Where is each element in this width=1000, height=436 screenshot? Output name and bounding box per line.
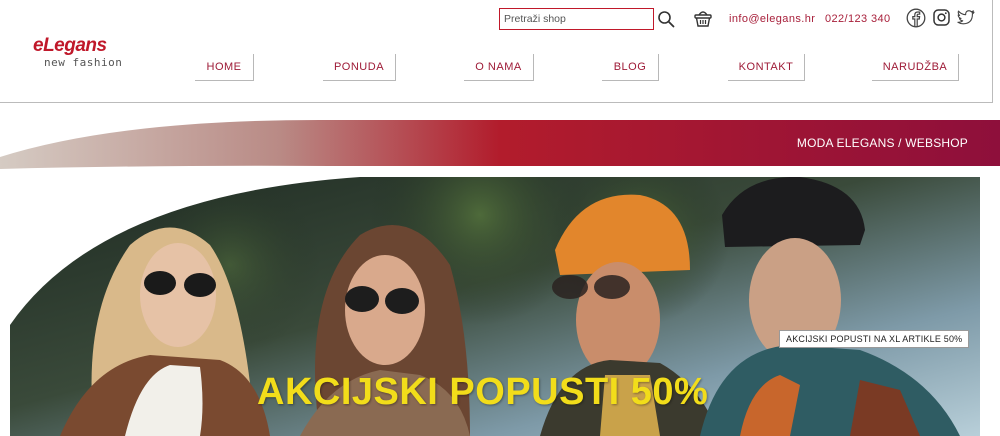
twitter-icon[interactable]: [957, 10, 975, 26]
contact-email-link[interactable]: info@elegans.hr: [729, 13, 815, 25]
page-banner: MODA ELEGANS / WEBSHOP: [0, 119, 1000, 169]
nav-item-o-nama[interactable]: O NAMA: [464, 54, 534, 81]
contact-phone: 022/123 340: [825, 13, 891, 25]
banner-title: MODA ELEGANS / WEBSHOP: [796, 136, 968, 150]
nav-item-label: HOME: [206, 61, 242, 73]
logo[interactable]: eLegans new fashion: [33, 36, 133, 76]
basket-icon[interactable]: [693, 8, 713, 28]
search-icon[interactable]: [657, 10, 675, 28]
logo-tagline: new fashion: [44, 56, 123, 69]
facebook-icon[interactable]: [906, 8, 926, 28]
nav-item-label: O NAMA: [475, 61, 522, 73]
promo-badge: AKCIJSKI POPUSTI NA XL ARTIKLE 50%: [779, 330, 970, 348]
promo-badge-text: AKCIJSKI POPUSTI NA XL ARTIKLE 50%: [786, 334, 963, 344]
hero-title: AKCIJSKI POPUSTI 50%: [257, 371, 709, 413]
site-header: eLegans new fashion info@elegans.hr 022/…: [0, 0, 993, 103]
nav-item-label: NARUDŽBA: [882, 61, 948, 73]
logo-wordmark: eLegans: [33, 35, 107, 56]
nav-item-kontakt[interactable]: KONTAKT: [728, 54, 805, 81]
nav-item-label: BLOG: [613, 61, 647, 73]
search-input[interactable]: [499, 8, 654, 30]
instagram-icon[interactable]: [933, 9, 950, 26]
nav-item-ponuda[interactable]: PONUDA: [323, 54, 396, 81]
nav-item-home[interactable]: HOME: [195, 54, 254, 81]
nav-item-blog[interactable]: BLOG: [602, 54, 659, 81]
nav-item-narudzba[interactable]: NARUDŽBA: [872, 54, 959, 81]
nav-item-label: PONUDA: [333, 61, 385, 73]
nav-item-label: KONTAKT: [738, 61, 794, 73]
